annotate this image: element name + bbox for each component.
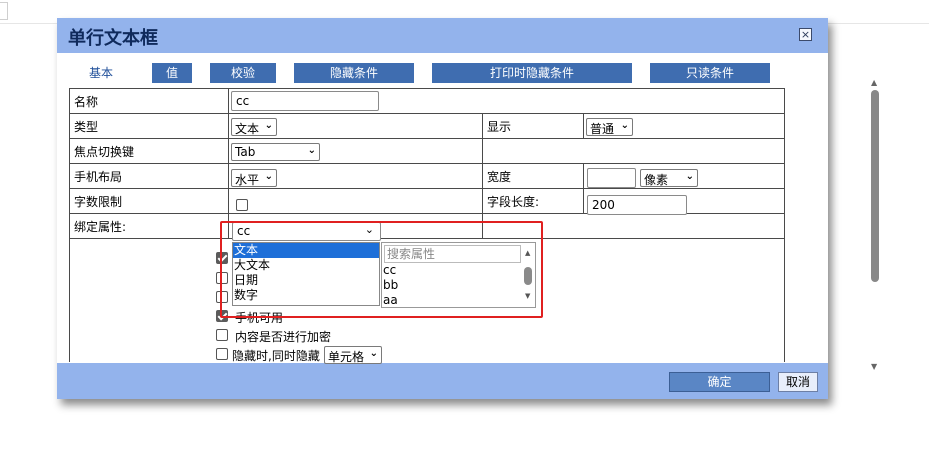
hide-together-checkbox[interactable] [216,348,228,360]
char-limit-checkbox[interactable] [236,199,248,211]
bind-property-label: 绑定属性: [69,213,229,239]
chevron-down-icon: ⌄ [620,120,629,131]
char-limit-cell [228,188,483,214]
mobile-layout-select-value: 水平 [235,173,260,187]
ok-button[interactable]: 确定 [669,372,770,392]
width-input[interactable] [587,168,636,188]
focus-key-select-value: Tab [235,145,256,159]
page-edge-mark [0,2,8,20]
name-label: 名称 [69,88,229,114]
scroll-down-arrow-icon[interactable]: ▼ [871,362,877,371]
dialog-title: 单行文本框 [68,28,158,49]
dialog-footer: 确定 取消 [57,363,828,399]
tab-value[interactable]: 值 [152,63,192,83]
display-label: 显示 [482,113,584,139]
scrollbar-thumb[interactable] [871,90,879,282]
mobile-layout-label: 手机布局 [69,163,229,189]
width-unit-select-value: 像素 [644,173,669,187]
tab-validation[interactable]: 校验 [210,63,276,83]
close-icon[interactable]: × [799,28,812,41]
hide-together-select-value: 单元格 [328,350,365,364]
empty-cell [482,138,785,164]
type-select-value: 文本 [235,122,260,136]
focus-key-label: 焦点切换键 [69,138,229,164]
chevron-down-icon: ⌄ [264,120,273,131]
dialog-scrollbar[interactable]: ▲ ▼ [868,78,882,374]
hide-together-select[interactable]: 单元格 ⌄ [324,346,382,364]
type-label: 类型 [69,113,229,139]
tab-print-hide-condition[interactable]: 打印时隐藏条件 [432,63,632,83]
red-highlight-box [220,221,543,318]
display-select-value: 普通 [590,122,615,136]
encrypt-checkbox[interactable] [216,329,228,341]
field-length-label: 字段长度: [482,188,584,214]
cancel-button[interactable]: 取消 [778,372,818,392]
width-unit-select[interactable]: 像素 ⌄ [640,169,698,187]
field-length-input[interactable]: 200 [587,195,687,215]
tab-readonly-condition[interactable]: 只读条件 [650,63,770,83]
chevron-down-icon: ⌄ [685,171,694,182]
type-select[interactable]: 文本 ⌄ [231,118,277,136]
mobile-layout-select[interactable]: 水平 ⌄ [231,169,277,187]
single-line-textbox-dialog: 单行文本框 × 基本 值 校验 隐藏条件 打印时隐藏条件 只读条件 名称 类型 … [57,18,879,399]
display-select[interactable]: 普通 ⌄ [586,118,633,136]
char-limit-label: 字数限制 [69,188,229,214]
width-label: 宽度 [482,163,584,189]
chevron-down-icon: ⌄ [369,348,378,359]
tab-basic[interactable]: 基本 [69,63,133,83]
dialog-title-bar[interactable]: 单行文本框 × [57,18,828,53]
tab-hide-condition[interactable]: 隐藏条件 [294,63,414,83]
encrypt-label: 内容是否进行加密 [235,330,332,344]
hide-together-label: 隐藏时,同时隐藏 [232,349,320,363]
chevron-down-icon: ⌄ [264,171,273,182]
name-input[interactable]: cc [231,91,379,111]
focus-key-select[interactable]: Tab ⌄ [231,143,320,161]
chevron-down-icon: ⌄ [307,145,316,156]
scroll-up-arrow-icon[interactable]: ▲ [871,78,877,87]
